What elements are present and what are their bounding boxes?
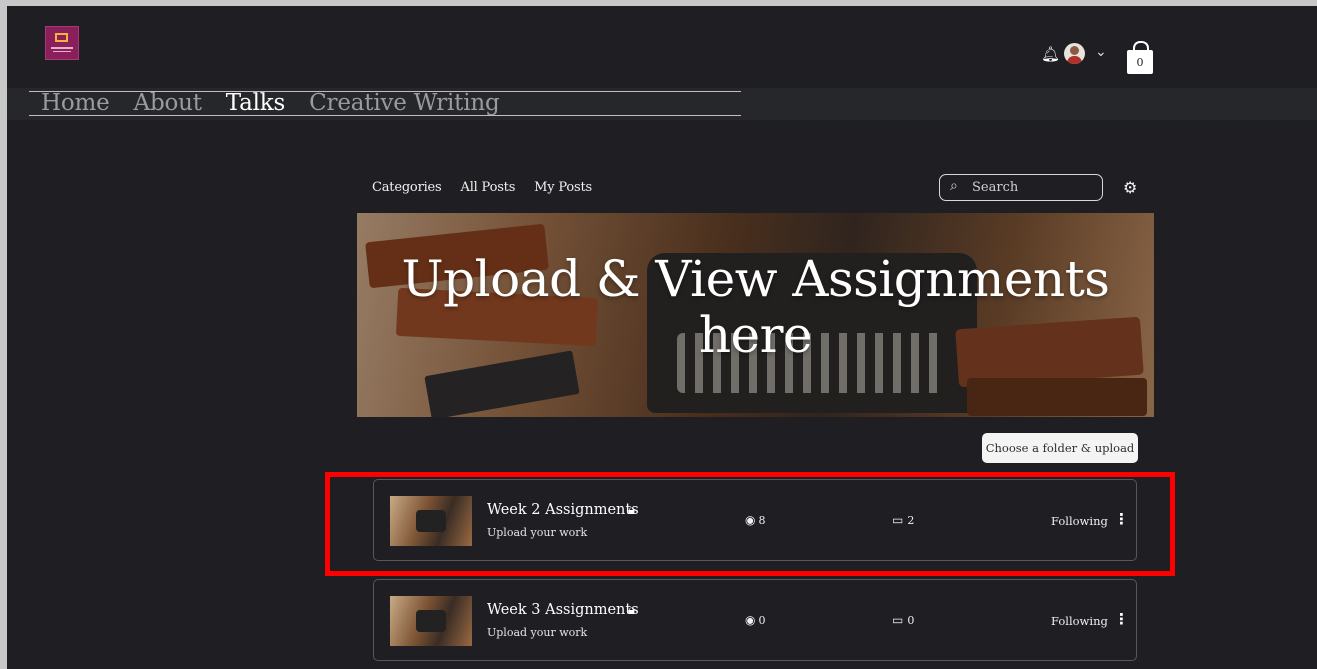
- thumbnail-typewriter: [416, 610, 446, 632]
- tab-my-posts[interactable]: My Posts: [534, 180, 592, 195]
- eye-icon: ◉: [745, 613, 756, 627]
- search-placeholder: Search: [972, 180, 1019, 195]
- category-title[interactable]: Week 2 Assignments: [487, 502, 639, 518]
- comment-icon: ▭: [892, 513, 904, 527]
- more-options-icon[interactable]: ⋮: [1114, 510, 1129, 528]
- upload-button[interactable]: Choose a folder & upload: [982, 433, 1138, 463]
- logo-mark: [55, 33, 68, 42]
- follow-button[interactable]: Following: [1051, 514, 1108, 528]
- logo-text-line: [53, 51, 71, 52]
- views-value: 8: [758, 514, 766, 527]
- comments-value: 0: [907, 614, 915, 627]
- category-row-week-3[interactable]: Week 3 Assignments 🔒︎ Upload your work ◉…: [373, 579, 1137, 661]
- search-input[interactable]: ⌕ Search: [939, 174, 1103, 201]
- page-frame: 🔔︎ ⌄ 0 Home About Talks Creative Writing…: [7, 6, 1317, 669]
- tab-categories[interactable]: Categories: [372, 180, 442, 195]
- avatar[interactable]: [1064, 43, 1085, 64]
- category-thumbnail: [390, 596, 472, 646]
- gear-icon[interactable]: ⚙: [1123, 178, 1137, 197]
- category-subtitle: Upload your work: [487, 626, 588, 639]
- forum-tabs: Categories All Posts My Posts: [372, 180, 592, 195]
- views-count: ◉ 0: [745, 613, 765, 627]
- cart-button[interactable]: 0: [1127, 50, 1153, 74]
- comments-count: ▭ 0: [892, 613, 914, 627]
- search-icon: ⌕: [950, 178, 958, 194]
- chevron-down-icon[interactable]: ⌄: [1095, 44, 1107, 60]
- thumbnail-typewriter: [416, 510, 446, 532]
- bell-icon[interactable]: 🔔︎: [1041, 46, 1060, 62]
- nav-item-creative-writing[interactable]: Creative Writing: [309, 88, 500, 118]
- nav-item-home[interactable]: Home: [41, 88, 110, 118]
- cart-count: 0: [1136, 56, 1144, 69]
- category-row-week-2[interactable]: Week 2 Assignments 🔒︎ Upload your work ◉…: [373, 479, 1137, 561]
- hero-title: Upload & View Assignments here: [401, 250, 1110, 364]
- category-thumbnail: [390, 496, 472, 546]
- category-title[interactable]: Week 3 Assignments: [487, 602, 639, 618]
- nav-item-about[interactable]: About: [134, 88, 202, 118]
- views-count: ◉ 8: [745, 513, 765, 527]
- main-nav: Home About Talks Creative Writing: [41, 88, 500, 118]
- comment-icon: ▭: [892, 613, 904, 627]
- logo-text-line: [51, 47, 73, 49]
- tab-all-posts[interactable]: All Posts: [461, 180, 516, 195]
- hero-banner: Upload & View Assignments here: [357, 213, 1154, 417]
- more-options-icon[interactable]: ⋮: [1114, 610, 1129, 628]
- nav-item-talks[interactable]: Talks: [226, 88, 286, 118]
- lock-icon: 🔒︎: [628, 603, 635, 618]
- eye-icon: ◉: [745, 513, 756, 527]
- avatar-head: [1070, 46, 1079, 55]
- follow-button[interactable]: Following: [1051, 614, 1108, 628]
- views-value: 0: [758, 614, 766, 627]
- comments-value: 2: [907, 514, 915, 527]
- site-logo[interactable]: [45, 26, 79, 60]
- avatar-body: [1067, 56, 1082, 64]
- lock-icon: 🔒︎: [628, 503, 635, 518]
- comments-count: ▭ 2: [892, 513, 914, 527]
- category-subtitle: Upload your work: [487, 526, 588, 539]
- top-bar: 🔔︎ ⌄ 0: [7, 6, 1317, 88]
